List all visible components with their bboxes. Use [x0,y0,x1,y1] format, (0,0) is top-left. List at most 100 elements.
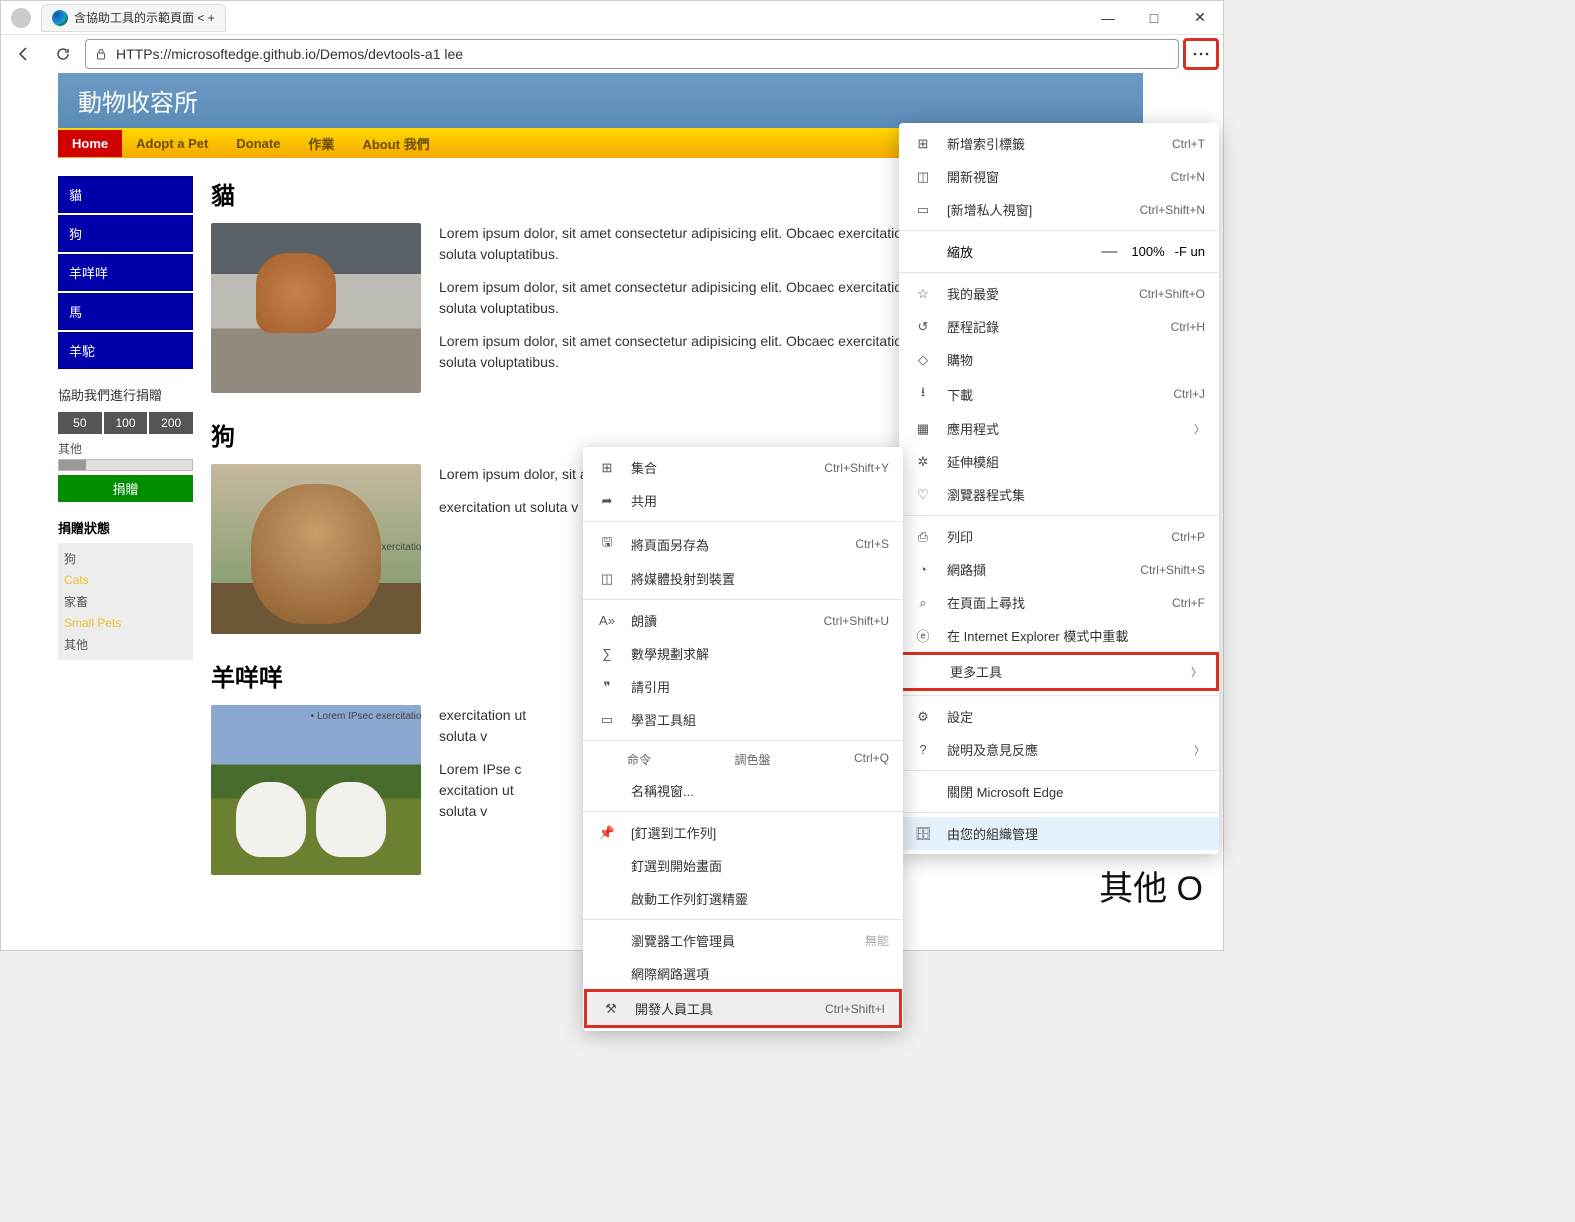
submenu-devtools[interactable]: ⚒開發人員工具Ctrl+Shift+I [587,992,899,1025]
capture-icon: ◔ [913,562,933,577]
nav-tasks[interactable]: 作業 [294,128,348,159]
image-caption: • Lorem IPsec exercitation [311,711,421,722]
search-icon: ⌕ [913,595,933,611]
status-item: Cats [64,570,187,590]
submenu-cast[interactable]: ◫將媒體投射到裝置 [583,562,903,595]
read-icon: A» [597,613,617,628]
profile-avatar[interactable] [11,8,31,28]
maximize-button[interactable]: □ [1131,1,1177,35]
submenu-save-as[interactable]: 🖫將頁面另存為Ctrl+S [583,526,903,562]
submenu-launch-pin-wizard[interactable]: 啟動工作列釘選精靈 [583,882,903,915]
menu-browser-essentials[interactable]: ♡瀏覽器程式集 [899,478,1219,511]
window-icon: ◫ [913,169,933,185]
settings-and-more-button[interactable] [1183,38,1219,70]
cast-icon: ◫ [597,571,617,587]
menu-extensions[interactable]: ✲延伸模組 [899,445,1219,478]
donate-heading: 協助我們進行捐贈 [58,385,193,404]
quote-icon: ❞ [597,679,617,695]
submenu-learning[interactable]: ▭學習工具組 [583,703,903,736]
submenu-pin-taskbar[interactable]: 📌[釘選到工作列] [583,816,903,849]
donate-other-input[interactable] [58,459,193,471]
fullscreen-button[interactable]: -F un [1175,244,1205,259]
status-item: 其他 [64,633,187,656]
menu-settings[interactable]: ⚙設定 [899,700,1219,733]
help-icon: ? [913,742,933,757]
status-item: 家畜 [64,590,187,613]
chevron-right-icon: 〉 [1191,664,1202,680]
menu-close-edge[interactable]: 關閉 Microsoft Edge [899,775,1219,808]
submenu-read-aloud[interactable]: A»朗讀Ctrl+Shift+U [583,604,903,637]
gear-icon: ⚙ [913,709,933,725]
browser-tab[interactable]: 含協助工具的示範頁面 < + [41,4,226,32]
submenu-internet-options[interactable]: 網際網路選項 [583,957,903,990]
sidebar-cat-4[interactable]: 羊駝 [58,332,193,369]
sidebar-cat-2[interactable]: 羊咩咩 [58,254,193,291]
inprivate-icon: ▭ [913,202,933,218]
page-banner: 動物收容所 [58,73,1143,128]
nav-about[interactable]: About 我們 [348,128,443,159]
url-text: HTTPs://microsoftedge.github.io/Demos/de… [116,46,463,62]
submenu-task-manager[interactable]: 瀏覽器工作管理員無能 [583,924,903,957]
minimize-button[interactable]: — [1085,1,1131,35]
math-icon: ∑ [597,646,617,661]
briefcase-icon: 🗄 [913,826,933,842]
menu-print[interactable]: ⎙列印Ctrl+P [899,520,1219,553]
book-icon: ▭ [597,712,617,728]
submenu-share[interactable]: ➦共用 [583,484,903,517]
menu-new-tab[interactable]: ⊞新增索引標籤Ctrl+T [899,127,1219,160]
puzzle-icon: ✲ [913,454,933,470]
status-item: 狗 [64,547,187,570]
image-caption: Lorem IPsec exercitation [317,542,421,553]
menu-new-window[interactable]: ◫開新視窗Ctrl+N [899,160,1219,193]
menu-apps[interactable]: ▦應用程式〉 [899,412,1219,445]
menu-inprivate[interactable]: ▭[新增私人視窗]Ctrl+Shift+N [899,193,1219,226]
submenu-collections[interactable]: ⊞集合Ctrl+Shift+Y [583,451,903,484]
sidebar-cat-0[interactable]: 貓 [58,176,193,213]
sidebar-cat-3[interactable]: 馬 [58,293,193,330]
address-bar[interactable]: HTTPs://microsoftedge.github.io/Demos/de… [85,39,1179,69]
more-tools-submenu: ⊞集合Ctrl+Shift+Y ➦共用 🖫將頁面另存為Ctrl+S ◫將媒體投射… [583,447,903,1031]
share-icon: ➦ [597,493,617,509]
menu-ie-mode[interactable]: ⓔ在 Internet Explorer 模式中重載 [899,619,1219,652]
menu-managed-by-org[interactable]: 🗄由您的組織管理 [899,817,1219,850]
menu-shopping[interactable]: ◇購物 [899,343,1219,376]
lock-icon [94,47,108,61]
apps-icon: ▦ [913,421,933,437]
menu-more-tools[interactable]: 更多工具〉 [899,652,1219,691]
submenu-math[interactable]: ∑數學規劃求解 [583,637,903,670]
menu-history[interactable]: ↺歷程記錄Ctrl+H [899,310,1219,343]
donate-amount-0[interactable]: 50 [58,412,102,434]
submenu-pin-start[interactable]: 釘選到開始畫面 [583,849,903,882]
menu-web-capture[interactable]: ◔網路擷Ctrl+Shift+S [899,553,1219,586]
menu-find[interactable]: ⌕在頁面上尋找Ctrl+F [899,586,1219,619]
print-icon: ⎙ [913,529,933,545]
refresh-button[interactable] [45,38,81,70]
close-button[interactable]: ✕ [1177,1,1223,35]
menu-favorites[interactable]: ☆我的最愛Ctrl+Shift+O [899,277,1219,310]
edge-main-menu: ⊞新增索引標籤Ctrl+T ◫開新視窗Ctrl+N ▭[新增私人視窗]Ctrl+… [899,123,1219,854]
ie-icon: ⓔ [913,626,933,645]
submenu-heading: 命令調色盤Ctrl+Q [583,745,903,774]
star-icon: ☆ [913,286,933,302]
back-button[interactable] [5,38,41,70]
submenu-cite[interactable]: ❞請引用 [583,670,903,703]
history-icon: ↺ [913,319,933,335]
nav-home[interactable]: Home [58,130,122,157]
chevron-right-icon: 〉 [1194,421,1205,437]
donate-submit-button[interactable]: 捐贈 [58,475,193,502]
menu-downloads[interactable]: ⭳下載Ctrl+J [899,376,1219,412]
donate-amount-2[interactable]: 200 [149,412,193,434]
zoom-out-button[interactable]: — [1097,243,1121,261]
sidebar-cat-1[interactable]: 狗 [58,215,193,252]
devtools-icon: ⚒ [601,1001,621,1017]
collection-icon: ⊞ [597,460,617,476]
donate-amount-1[interactable]: 100 [104,412,148,434]
chevron-right-icon: 〉 [1194,742,1205,758]
menu-help[interactable]: ?說明及意見反應〉 [899,733,1219,766]
tab-icon: ⊞ [913,136,933,152]
nav-donate[interactable]: Donate [222,130,294,157]
pin-icon: 📌 [597,825,617,841]
tab-title: 含協助工具的示範頁面 < + [74,9,215,26]
submenu-name-window[interactable]: 名稱視窗... [583,774,903,807]
nav-adopt[interactable]: Adopt a Pet [122,130,222,157]
